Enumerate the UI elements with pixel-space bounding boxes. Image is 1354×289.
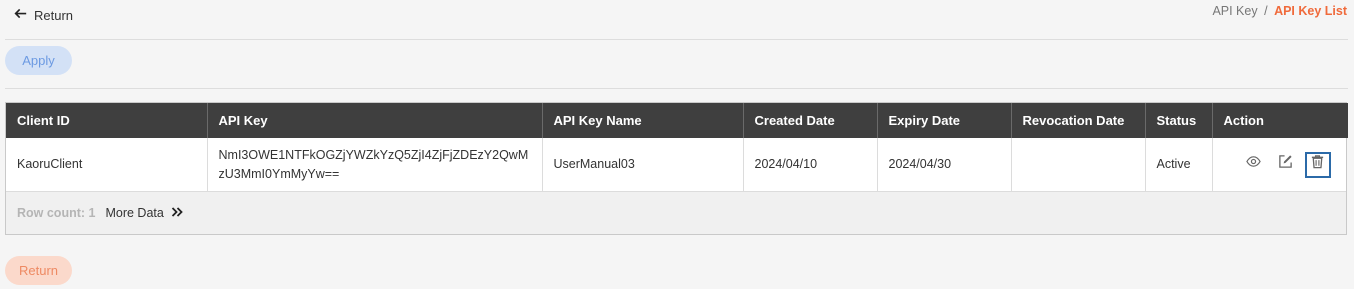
edit-button[interactable] — [1273, 152, 1299, 178]
cell-api-key-name: UserManual03 — [542, 138, 744, 191]
arrow-left-icon — [14, 7, 27, 23]
column-header-api-key[interactable]: API Key — [207, 103, 543, 138]
cell-api-key: NmI3OWE1NTFkOGZjYWZkYzQ5ZjI4ZjFjZDEzY2Qw… — [207, 138, 543, 191]
column-header-client-id[interactable]: Client ID — [6, 103, 208, 138]
cell-revocation-date — [1011, 138, 1146, 191]
breadcrumb-separator: / — [1264, 4, 1268, 18]
more-data-label: More Data — [105, 206, 164, 220]
trash-icon — [1310, 154, 1325, 175]
breadcrumb-parent[interactable]: API Key — [1212, 4, 1257, 18]
row-count: Row count: 1 — [17, 206, 96, 220]
column-header-revocation-date[interactable]: Revocation Date — [1011, 103, 1146, 138]
cell-created-date: 2024/04/10 — [743, 138, 878, 191]
apply-button[interactable]: Apply — [5, 46, 72, 75]
cell-actions — [1212, 138, 1348, 191]
top-bar: Return API Key / API Key List — [0, 0, 1354, 40]
cell-expiry-date: 2024/04/30 — [877, 138, 1012, 191]
return-link[interactable]: Return — [14, 7, 73, 23]
column-header-created-date[interactable]: Created Date — [743, 103, 878, 138]
edit-icon — [1278, 154, 1293, 175]
column-header-api-key-name[interactable]: API Key Name — [542, 103, 744, 138]
table-footer: Row count: 1 More Data — [6, 191, 1346, 234]
cell-client-id: KaoruClient — [6, 138, 208, 191]
table-row: KaoruClient NmI3OWE1NTFkOGZjYWZkYzQ5ZjI4… — [6, 138, 1348, 191]
view-button[interactable] — [1241, 152, 1267, 178]
more-data-link[interactable]: More Data — [105, 206, 183, 221]
return-button[interactable]: Return — [5, 256, 72, 285]
column-header-action: Action — [1212, 103, 1348, 138]
return-link-label: Return — [34, 7, 74, 23]
column-header-status[interactable]: Status — [1145, 103, 1213, 138]
divider — [5, 39, 1348, 40]
cell-status: Active — [1145, 138, 1213, 191]
eye-icon — [1246, 154, 1261, 175]
delete-button[interactable] — [1304, 151, 1331, 178]
api-key-table: Client ID API Key API Key Name Created D… — [5, 102, 1348, 235]
double-chevron-right-icon — [171, 206, 183, 221]
divider — [5, 88, 1348, 89]
breadcrumb-current: API Key List — [1274, 4, 1347, 18]
breadcrumb: API Key / API Key List — [1212, 4, 1347, 18]
table-header-row: Client ID API Key API Key Name Created D… — [6, 103, 1348, 138]
column-header-expiry-date[interactable]: Expiry Date — [877, 103, 1012, 138]
